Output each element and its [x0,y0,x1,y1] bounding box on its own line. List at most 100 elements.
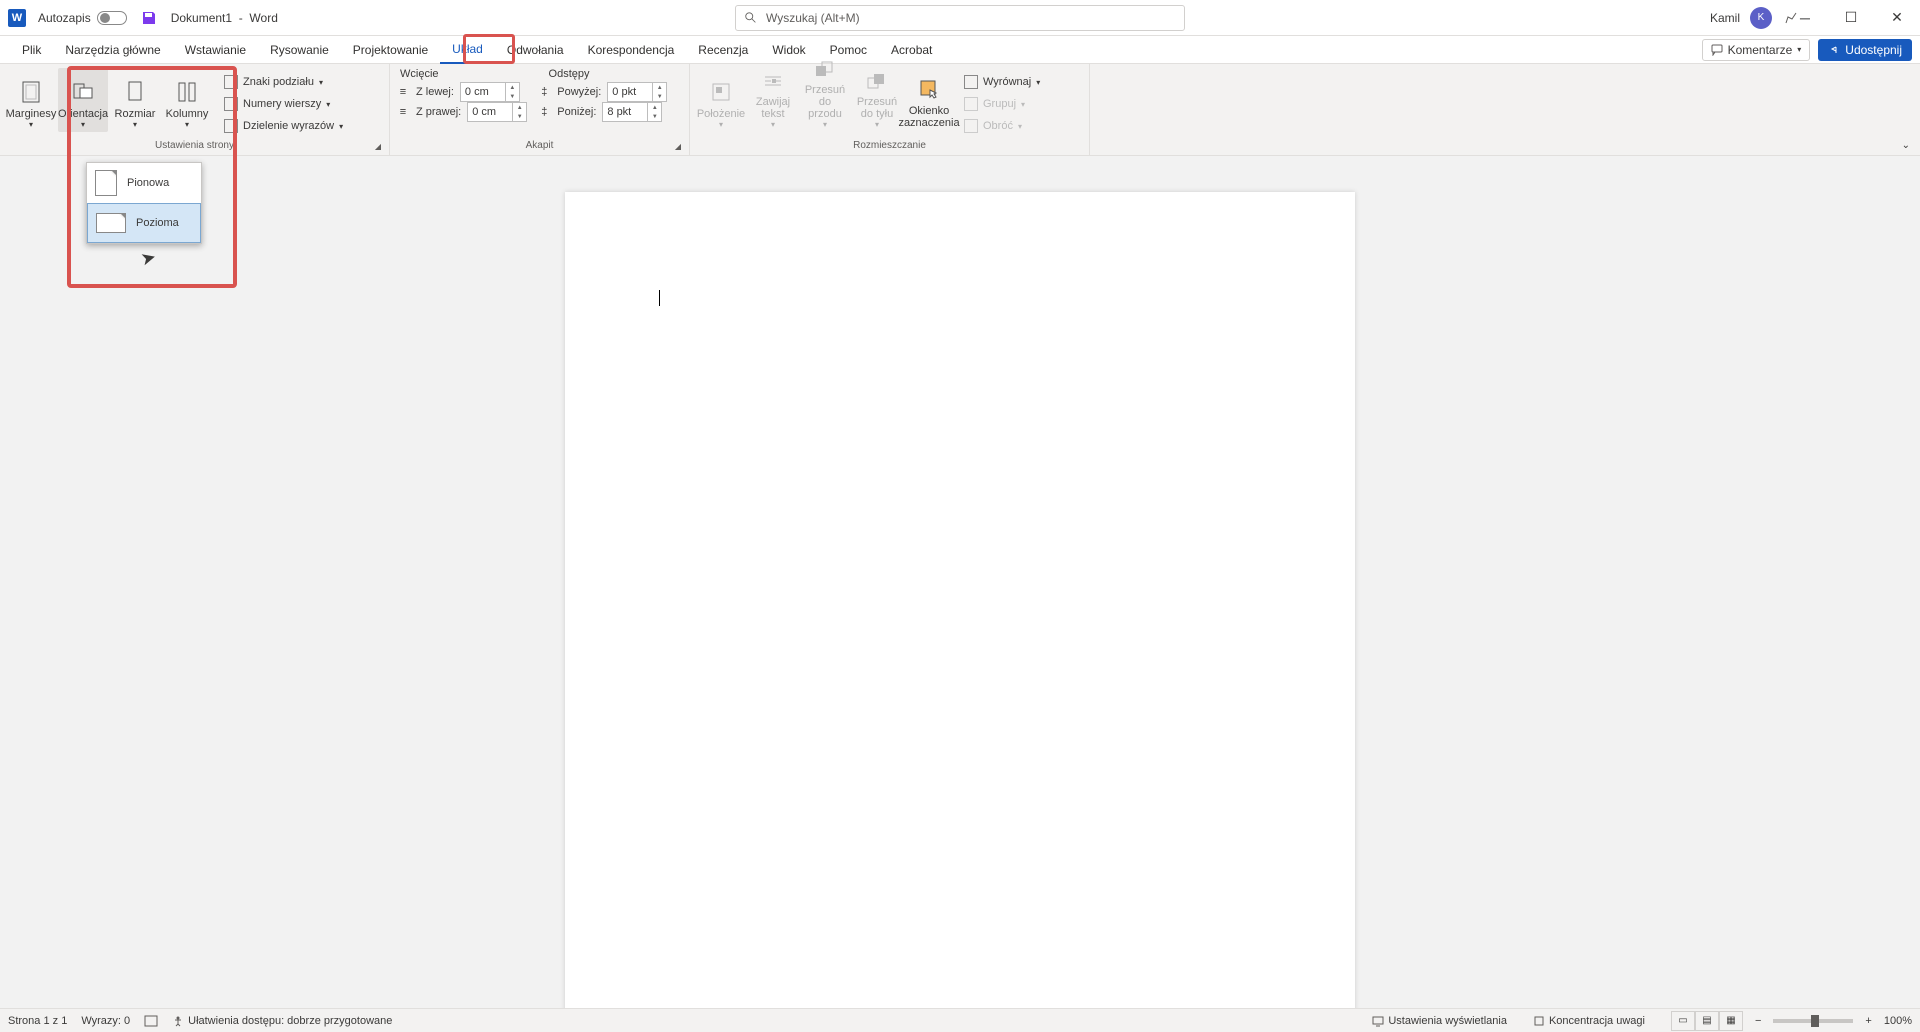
tab-view[interactable]: Widok [760,36,817,64]
line-numbers-button[interactable]: Numery wierszy▾ [220,94,347,114]
status-words[interactable]: Wyrazy: 0 [81,1015,130,1027]
maximize-button[interactable]: ☐ [1828,0,1874,36]
view-print-layout[interactable]: ▤ [1695,1011,1719,1031]
tab-layout[interactable]: Układ [440,36,495,64]
chevron-down-icon: ▾ [81,120,85,129]
columns-button[interactable]: Kolumny ▾ [162,68,212,132]
rotate-button: Obróć▾ [960,116,1044,136]
tab-acrobat[interactable]: Acrobat [879,36,944,64]
margins-button[interactable]: Marginesy ▾ [6,68,56,132]
spacing-after-icon: ‡ [537,105,551,119]
autosave-toggle[interactable]: Autozapis [38,11,127,25]
wrap-text-button: Zawijaj tekst▾ [748,68,798,132]
close-button[interactable]: ✕ [1874,0,1920,36]
portrait-icon [95,170,117,196]
orientation-portrait-item[interactable]: Pionowa [87,163,201,203]
tab-review[interactable]: Recenzja [686,36,760,64]
dialog-launcher-icon[interactable]: ◢ [375,142,381,151]
margins-icon [19,80,43,104]
tab-draw[interactable]: Rysowanie [258,36,341,64]
selection-pane-button[interactable]: Okienko zaznaczenia [904,68,954,132]
autosave-label: Autozapis [38,11,91,25]
indent-right-label: Z prawej: [416,106,461,118]
spacing-after-input[interactable]: 8 pkt▲▼ [602,102,662,122]
share-icon [1828,44,1840,56]
indent-left-input[interactable]: 0 cm▲▼ [460,82,520,102]
orientation-button[interactable]: Orientacja ▾ [58,68,108,132]
collapse-ribbon-icon[interactable]: ⌄ [1902,140,1910,151]
search-placeholder: Wyszukaj (Alt+M) [766,11,860,25]
size-button[interactable]: Rozmiar ▾ [110,68,160,132]
tab-insert[interactable]: Wstawianie [173,36,258,64]
share-button[interactable]: Udostępnij [1818,39,1912,61]
user-name: Kamil [1710,11,1740,25]
chevron-down-icon: ▾ [1797,45,1801,54]
text-cursor [659,290,660,306]
status-display-settings[interactable]: Ustawienia wyświetlania [1372,1015,1507,1027]
spacing-before-icon: ‡ [537,85,551,99]
word-app-icon: W [8,9,26,27]
orientation-landscape-item[interactable]: Pozioma [87,203,201,243]
indent-right-input[interactable]: 0 cm▲▼ [467,102,527,122]
spacing-before-label: Powyżej: [557,86,601,98]
tab-file[interactable]: Plik [10,36,53,64]
status-page[interactable]: Strona 1 z 1 [8,1015,67,1027]
tab-references[interactable]: Odwołania [495,36,576,64]
chevron-down-icon: ▾ [29,120,33,129]
hyphenation-button[interactable]: Dzielenie wyrazów▾ [220,116,347,136]
chevron-down-icon: ▾ [133,120,137,129]
chevron-down-icon: ▾ [185,120,189,129]
zoom-level[interactable]: 100% [1884,1015,1912,1027]
indent-left-icon: ≡ [396,85,410,99]
dialog-launcher-icon[interactable]: ◢ [675,142,681,151]
breaks-button[interactable]: Znaki podziału▾ [220,72,347,92]
zoom-slider[interactable] [1773,1019,1853,1023]
rotate-icon [964,119,978,133]
tab-mailings[interactable]: Korespondencja [576,36,687,64]
indent-header: Wcięcie [400,68,439,80]
view-read-mode[interactable]: ▭ [1671,1011,1695,1031]
status-language-icon[interactable] [144,1014,158,1028]
search-icon [744,11,758,25]
comment-icon [1711,44,1723,56]
minimize-button[interactable]: ─ [1782,0,1828,36]
position-button: Położenie▾ [696,68,746,132]
spacing-after-label: Poniżej: [557,106,596,118]
zoom-out[interactable]: − [1755,1015,1761,1027]
tab-design[interactable]: Projektowanie [341,36,440,64]
tab-home[interactable]: Narzędzia główne [53,36,172,64]
autosave-switch[interactable] [97,11,127,25]
hyphenation-icon [224,119,238,133]
selection-pane-icon [918,78,940,100]
user-avatar[interactable]: K [1750,7,1772,29]
position-icon [710,81,732,103]
view-web-layout[interactable]: ▦ [1719,1011,1743,1031]
orientation-icon [71,80,95,104]
align-button[interactable]: Wyrównaj▾ [960,72,1044,92]
document-page[interactable] [565,192,1355,1008]
zoom-in[interactable]: + [1865,1015,1871,1027]
send-backward-button: Przesuń do tyłu▾ [852,68,902,132]
search-input[interactable]: Wyszukaj (Alt+M) [735,5,1185,31]
bring-forward-icon [814,60,836,82]
spacing-before-input[interactable]: 0 pkt▲▼ [607,82,667,102]
orientation-dropdown: Pionowa Pozioma [86,162,202,244]
columns-icon [175,80,199,104]
group-icon [964,97,978,111]
group-paragraph-label: Akapit◢ [396,140,683,153]
save-icon[interactable] [141,10,157,26]
display-icon [1372,1015,1384,1027]
breaks-icon [224,75,238,89]
bring-forward-button: Przesuń do przodu▾ [800,68,850,132]
document-title: Dokument1 - Word [171,11,278,25]
group-arrange-label: Rozmieszczanie [696,140,1083,153]
accessibility-icon [172,1015,184,1027]
indent-right-icon: ≡ [396,105,410,119]
line-numbers-icon [224,97,238,111]
wrap-icon [762,72,784,94]
comments-button[interactable]: Komentarze ▾ [1702,39,1811,61]
indent-left-label: Z lewej: [416,86,454,98]
status-accessibility[interactable]: Ułatwienia dostępu: dobrze przygotowane [172,1015,392,1027]
status-focus[interactable]: Koncentracja uwagi [1533,1015,1645,1027]
document-canvas[interactable] [0,156,1920,1008]
